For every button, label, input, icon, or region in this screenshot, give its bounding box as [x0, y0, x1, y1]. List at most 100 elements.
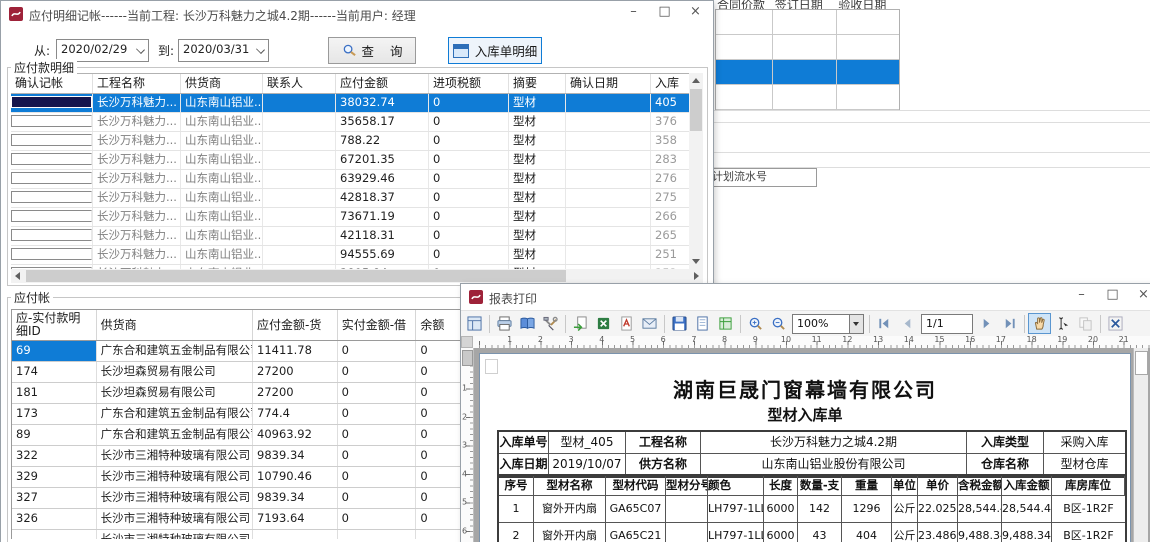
maximize-button[interactable]: □ [649, 1, 680, 25]
book-icon[interactable] [516, 313, 539, 334]
cell-inbound-no: 275 [651, 189, 689, 207]
pdf-icon[interactable] [615, 313, 638, 334]
payable-table-header[interactable]: 应-实付款明细ID供货商应付金额-货实付金额-借余额 [11, 309, 509, 341]
horizontal-scrollbar[interactable] [11, 269, 703, 283]
close-button[interactable]: × [680, 1, 711, 25]
table-row[interactable]: 长沙万科魅力... 山东南山铝业... 35658.17 0 型材 376 [11, 113, 689, 132]
table-row[interactable] [716, 60, 899, 85]
cell-contact [263, 151, 336, 169]
scroll-left-icon[interactable] [15, 272, 20, 280]
to-date-combo[interactable]: 2020/03/31 [178, 39, 269, 62]
text-select-icon[interactable] [1051, 313, 1074, 334]
preview-grid-icon[interactable] [463, 313, 486, 334]
column-header[interactable]: 供货商 [97, 310, 253, 340]
report-preview-area[interactable]: 123456 湖南巨晟门窗幕墙有限公司 型材入库单 入库单号 型材_405 工程… [461, 348, 1150, 542]
mail-icon[interactable] [638, 313, 661, 334]
column-header[interactable]: 实付金额-借 [338, 310, 417, 340]
inbound-detail-button[interactable]: 入库单明细 [448, 37, 542, 64]
vertical-scrollbar[interactable] [689, 73, 703, 269]
scroll-up-icon[interactable] [692, 78, 700, 83]
ruler-indicator [462, 350, 473, 366]
confirm-checkbox[interactable] [11, 210, 92, 222]
confirm-checkbox[interactable] [11, 134, 92, 146]
scrollbar-thumb[interactable] [26, 270, 566, 282]
column-header[interactable]: 供货商 [181, 74, 263, 93]
table-row[interactable]: 174 长沙坦森贸易有限公司 27200 0 0 [12, 362, 508, 383]
table-row[interactable]: 181 长沙坦森贸易有限公司 27200 0 0 [12, 383, 508, 404]
close-button[interactable]: × [1128, 284, 1150, 308]
save-icon[interactable] [668, 313, 691, 334]
chevron-down-icon[interactable] [849, 315, 863, 333]
confirm-checkbox[interactable] [11, 191, 92, 203]
column-header[interactable]: 应-实付款明细ID [12, 310, 97, 340]
confirm-checkbox[interactable] [11, 172, 92, 184]
table-row[interactable]: 89 广东合和建筑五金制品有限公司 40963.92 0 0 [12, 425, 508, 446]
table-row[interactable]: 69 广东合和建筑五金制品有限公司 11411.78 0 0 [12, 341, 508, 362]
minimize-button[interactable]: – [1066, 284, 1097, 308]
copy-icon[interactable] [1074, 313, 1097, 334]
first-page-icon[interactable] [873, 313, 896, 334]
confirm-checkbox[interactable] [11, 115, 92, 127]
scroll-down-icon[interactable] [692, 259, 700, 264]
ruler-number: 1 [462, 384, 467, 393]
table-row[interactable] [716, 35, 899, 60]
payable-table-body: 69 广东合和建筑五金制品有限公司 11411.78 0 0 174 长沙坦森贸… [11, 341, 509, 539]
confirm-checkbox[interactable] [11, 229, 92, 241]
confirm-checkbox[interactable] [11, 96, 92, 108]
table-row[interactable]: 长沙万科魅力... 山东南山铝业... 63929.46 0 型材 276 [11, 170, 689, 189]
page-number-box[interactable]: 1/1 [921, 314, 973, 334]
column-header[interactable]: 应付金额 [336, 74, 429, 93]
column-header[interactable]: 确认记帐 [11, 74, 93, 93]
cube-icon[interactable] [714, 313, 737, 334]
column-header[interactable]: 联系人 [263, 74, 336, 93]
scroll-right-icon[interactable] [694, 272, 699, 280]
title-bar[interactable]: 应付明细记帐------当前工程: 长沙万科魅力之城4.2期------当前用户… [1, 1, 713, 27]
table-row[interactable]: 长沙万科魅力... 山东南山铝业... 67201.35 0 型材 283 [11, 151, 689, 170]
column-header[interactable]: 工程名称 [93, 74, 181, 93]
preview-vertical-scrollbar[interactable] [1133, 348, 1148, 542]
excel-icon[interactable] [592, 313, 615, 334]
last-page-icon[interactable] [998, 313, 1021, 334]
zoom-level-combo[interactable]: 100% [792, 314, 864, 334]
minimize-button[interactable]: – [618, 1, 649, 25]
table-row[interactable]: 长沙万科魅力... 山东南山铝业... 788.22 0 型材 358 [11, 132, 689, 151]
next-page-icon[interactable] [975, 313, 998, 334]
table-row[interactable]: 329 长沙市三湘特种玻璃有限公司 10790.46 0 0 [12, 467, 508, 488]
table-row[interactable]: 326 长沙市三湘特种玻璃有限公司 7193.64 0 0 [12, 509, 508, 530]
column-header[interactable]: 应付金额-货 [253, 310, 338, 340]
tools-icon[interactable] [539, 313, 562, 334]
hand-tool-icon[interactable] [1028, 313, 1051, 334]
app-icon [9, 7, 23, 21]
column-header[interactable]: 摘要 [509, 74, 566, 93]
zoom-in-icon[interactable] [744, 313, 767, 334]
confirm-checkbox[interactable] [11, 248, 92, 260]
table-row[interactable] [716, 10, 899, 35]
table-row[interactable]: 长沙万科魅力... 山东南山铝业... 38032.74 0 型材 405 [11, 94, 689, 113]
prev-page-icon[interactable] [896, 313, 919, 334]
cell-id: 69 [12, 341, 97, 361]
scrollbar-thumb[interactable] [1135, 351, 1148, 375]
table-row[interactable]: 322 长沙市三湘特种玻璃有限公司 9839.34 0 0 [12, 446, 508, 467]
page-icon[interactable] [691, 313, 714, 334]
table-row[interactable] [716, 85, 899, 110]
close-preview-icon[interactable] [1104, 313, 1127, 334]
column-header[interactable]: 确认日期 [566, 74, 651, 93]
table-row[interactable]: 327 长沙市三湘特种玻璃有限公司 9839.34 0 0 [12, 488, 508, 509]
table-row[interactable]: 长沙市三湘特种玻璃有限公司 [12, 530, 508, 539]
table-row[interactable]: 长沙万科魅力... 山东南山铝业... 94555.69 0 型材 251 [11, 246, 689, 265]
title-bar[interactable]: 报表打印 – □ × [461, 284, 1150, 310]
confirm-checkbox[interactable] [11, 153, 92, 165]
table-row[interactable]: 长沙万科魅力... 山东南山铝业... 73671.19 0 型材 266 [11, 208, 689, 227]
printer-icon[interactable] [493, 313, 516, 334]
table-row[interactable]: 长沙万科魅力... 山东南山铝业... 42818.37 0 型材 275 [11, 189, 689, 208]
maximize-button[interactable]: □ [1097, 284, 1128, 308]
zoom-out-icon[interactable] [767, 313, 790, 334]
table-row[interactable]: 173 广东合和建筑五金制品有限公司 774.4 0 0 [12, 404, 508, 425]
export-icon[interactable] [569, 313, 592, 334]
query-button[interactable]: 查 询 [328, 37, 416, 64]
scrollbar-thumb[interactable] [690, 89, 702, 131]
detail-table-header[interactable]: 确认记帐工程名称供货商联系人应付金额进项税额摘要确认日期入库 [11, 73, 689, 94]
column-header[interactable]: 入库 [651, 74, 689, 93]
table-row[interactable]: 长沙万科魅力... 山东南山铝业... 42118.31 0 型材 265 [11, 227, 689, 246]
column-header[interactable]: 进项税额 [429, 74, 509, 93]
